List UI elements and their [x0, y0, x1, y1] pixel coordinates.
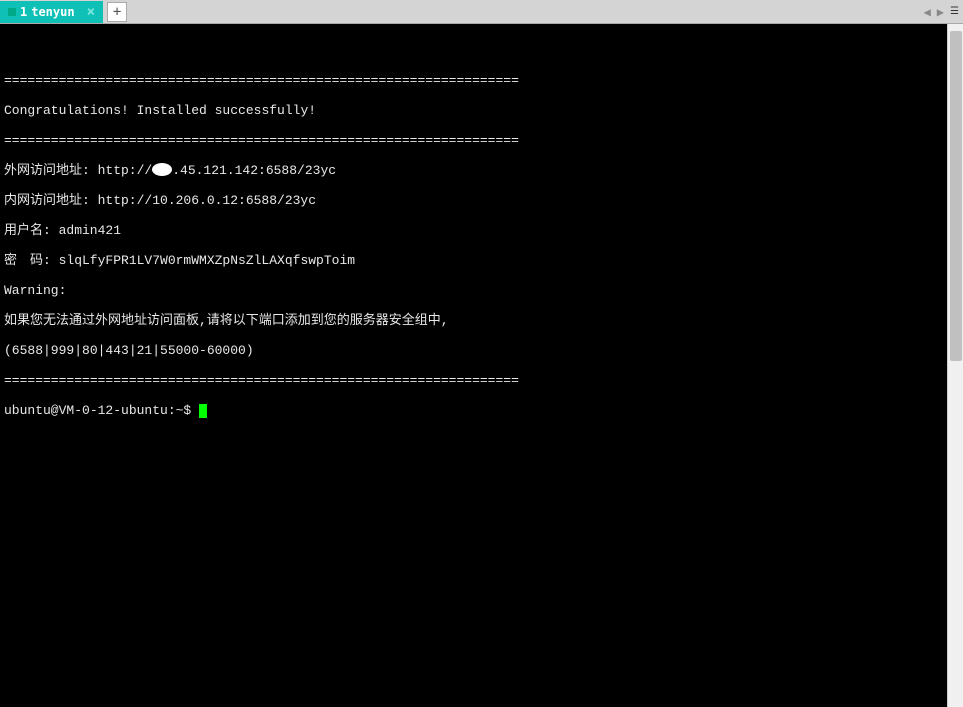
terminal-blank	[4, 43, 943, 58]
next-tab-icon[interactable]: ▶	[937, 5, 944, 19]
terminal-wrapper: ========================================…	[0, 24, 963, 707]
menu-icon[interactable]: ☰	[950, 6, 959, 17]
terminal-prompt-line: ubuntu@VM-0-12-ubuntu:~$	[4, 403, 943, 418]
terminal-internal-url: 内网访问地址: http://10.206.0.12:6588/23yc	[4, 193, 943, 208]
tab-right-controls: ◀ ▶ ☰	[924, 5, 959, 19]
terminal-separator: ========================================…	[4, 73, 943, 88]
tab-number: 1	[20, 5, 27, 19]
new-tab-button[interactable]: +	[107, 2, 127, 22]
terminal-external-url: 外网访问地址: http://.45.121.142:6588/23yc	[4, 163, 943, 178]
plus-icon: +	[113, 4, 121, 20]
redacted-ip-icon	[152, 163, 172, 176]
scrollbar-thumb[interactable]	[950, 31, 962, 361]
terminal-username: 用户名: admin421	[4, 223, 943, 238]
terminal-warning: Warning:	[4, 283, 943, 298]
prev-tab-icon[interactable]: ◀	[924, 5, 931, 19]
cursor-icon	[199, 404, 207, 418]
vertical-scrollbar[interactable]	[947, 24, 963, 707]
tab-tenyun[interactable]: 1 tenyun ×	[0, 1, 103, 23]
tab-active-indicator	[8, 8, 16, 16]
tab-title: tenyun	[31, 5, 74, 19]
close-icon[interactable]: ×	[87, 4, 95, 20]
terminal-separator: ========================================…	[4, 373, 943, 388]
terminal-warning-detail: 如果您无法通过外网地址访问面板,请将以下端口添加到您的服务器安全组中,	[4, 313, 943, 328]
terminal-password: 密 码: slqLfyFPR1LV7W0rmWMXZpNsZlLAXqfswpT…	[4, 253, 943, 268]
terminal-congrats: Congratulations! Installed successfully!	[4, 103, 943, 118]
tab-bar: 1 tenyun × + ◀ ▶ ☰	[0, 0, 963, 24]
terminal-ports: (6588|999|80|443|21|55000-60000)	[4, 343, 943, 358]
terminal[interactable]: ========================================…	[0, 24, 947, 707]
terminal-separator: ========================================…	[4, 133, 943, 148]
terminal-prompt: ubuntu@VM-0-12-ubuntu:~$	[4, 403, 199, 418]
